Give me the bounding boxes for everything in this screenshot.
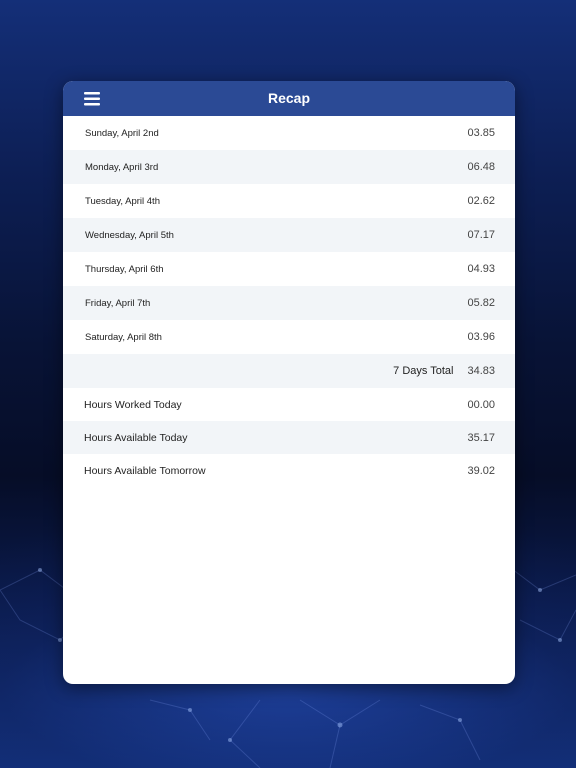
stat-row-hours-available-today: Hours Available Today 35.17 [63,421,515,454]
total-row: 7 Days Total 34.83 [63,354,515,388]
stat-label: Hours Worked Today [84,398,182,411]
day-row-sunday: Sunday, April 2nd 03.85 [63,116,515,150]
stat-value: 35.17 [467,431,495,444]
day-label: Wednesday, April 5th [85,229,174,241]
stat-row-hours-worked-today: Hours Worked Today 00.00 [63,388,515,421]
day-hours: 07.17 [467,229,495,241]
day-hours: 06.48 [467,161,495,173]
header-bar: Recap [63,81,515,116]
day-label: Thursday, April 6th [85,263,164,275]
stat-row-hours-available-tomorrow: Hours Available Tomorrow 39.02 [63,454,515,487]
stat-label: Hours Available Today [84,431,188,444]
day-row-thursday: Thursday, April 6th 04.93 [63,252,515,286]
day-row-wednesday: Wednesday, April 5th 07.17 [63,218,515,252]
total-label: 7 Days Total [393,365,454,377]
day-row-tuesday: Tuesday, April 4th 02.62 [63,184,515,218]
day-label: Friday, April 7th [85,297,151,309]
day-label: Tuesday, April 4th [85,195,160,207]
day-hours: 03.85 [467,127,495,139]
day-hours: 05.82 [467,297,495,309]
day-hours: 03.96 [467,331,495,343]
stat-value: 00.00 [467,398,495,411]
total-value: 34.83 [467,365,495,377]
day-hours: 02.62 [467,195,495,207]
stat-label: Hours Available Tomorrow [84,464,206,477]
day-row-saturday: Saturday, April 8th 03.96 [63,320,515,354]
day-label: Saturday, April 8th [85,331,162,343]
recap-card: Recap Sunday, April 2nd 03.85 Monday, Ap… [63,81,515,684]
stat-value: 39.02 [467,464,495,477]
day-label: Sunday, April 2nd [85,127,159,139]
page-title: Recap [267,90,311,106]
day-row-monday: Monday, April 3rd 06.48 [63,150,515,184]
day-label: Monday, April 3rd [85,161,159,173]
day-hours: 04.93 [467,263,495,275]
day-row-friday: Friday, April 7th 05.82 [63,286,515,320]
